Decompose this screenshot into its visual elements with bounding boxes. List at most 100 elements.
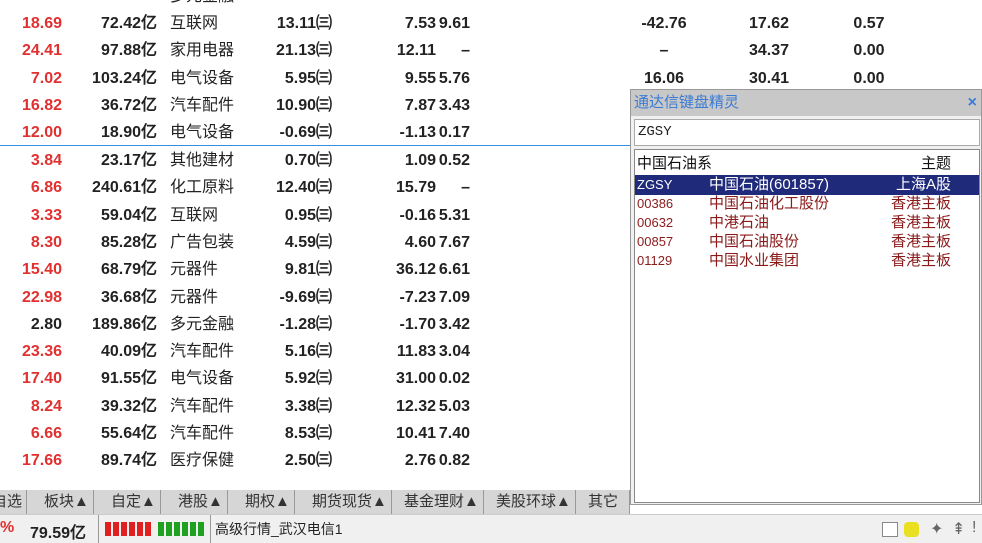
cell-x5: – xyxy=(461,179,470,197)
cell-pe2: 12.32 xyxy=(395,397,436,415)
table-row[interactable]: 18.69 72.42亿 互联网 13.11㈢ 7.53 9.61 xyxy=(0,10,630,37)
tab-3[interactable]: 港股▲ xyxy=(174,490,228,514)
table-row[interactable]: 23.36 40.09亿 汽车配件 5.16㈢ 11.83 3.04 xyxy=(0,338,630,365)
tab-6[interactable]: 基金理财▲ xyxy=(400,490,484,514)
cell-industry: 汽车配件 xyxy=(170,397,235,415)
result-item[interactable]: ZGSY 中国石油(601857) 上海A股 xyxy=(635,175,979,195)
table-row[interactable]: 22.98 36.68亿 元器件 -9.69㈢ -7.23 7.09 xyxy=(0,284,630,311)
cell-price: 8.24 xyxy=(30,397,62,415)
table-row[interactable]: 15.40 68.79亿 元器件 9.81㈢ 36.12 6.61 xyxy=(0,256,630,283)
cell-x5: 5.76 xyxy=(438,69,470,87)
cell-r3: 0.00 xyxy=(853,69,885,87)
cell-industry: 家用电器 xyxy=(170,42,235,60)
satellite-icon[interactable]: ✦ xyxy=(930,519,943,539)
tree-icon[interactable]: ⇞ xyxy=(952,519,965,539)
window-icon[interactable] xyxy=(882,522,898,537)
cell-pe: 0.70㈢ xyxy=(284,152,332,169)
result-name: 中国石油股份 xyxy=(709,233,800,250)
cell-pe2: -0.16 xyxy=(399,206,436,224)
cell-pe2: 7.53 xyxy=(404,15,436,32)
cell-cap: 68.79亿 xyxy=(100,261,157,279)
table-row-right[interactable]: -42.76 17.62 0.57 xyxy=(630,10,982,37)
cell-industry: 广告包装 xyxy=(170,233,235,251)
server-name: 高级行情_武汉电信1 xyxy=(215,521,343,537)
cell-industry: 汽车配件 xyxy=(170,343,235,361)
tab-7[interactable]: 美股环球▲ xyxy=(492,490,576,514)
table-row[interactable]: 8.24 39.32亿 汽车配件 3.38㈢ 12.32 5.03 xyxy=(0,393,630,420)
table-row[interactable]: 3.33 59.04亿 互联网 0.95㈢ -0.16 5.31 xyxy=(0,202,630,229)
cell-price: 18.69 xyxy=(21,15,62,32)
table-row[interactable]: 7.02 103.24亿 电气设备 5.95㈢ 9.55 5.76 xyxy=(0,65,630,92)
status-pct: % xyxy=(0,519,15,536)
cell-pe: 2.50㈢ xyxy=(284,452,332,470)
cell-pe: -9.69㈢ xyxy=(279,288,332,306)
cell-industry: 电气设备 xyxy=(170,124,235,142)
cell-r1: -42.76 xyxy=(641,15,687,32)
cell-cap: 55.64亿 xyxy=(100,425,157,442)
search-input[interactable]: ZGSY xyxy=(634,119,980,146)
tab-5[interactable]: 期货现货▲ xyxy=(308,490,392,514)
table-row[interactable]: 6.86 240.61亿 化工原料 12.40㈢ 15.79 – xyxy=(0,174,630,201)
table-row[interactable]: 6.66 55.64亿 汽车配件 8.53㈢ 10.41 7.40 xyxy=(0,420,630,447)
tab-1[interactable]: 板块▲ xyxy=(40,490,94,514)
cell-industry: 电气设备 xyxy=(170,370,235,388)
cell-pe: 5.92㈢ xyxy=(284,370,332,388)
table-row-right[interactable]: 16.06 30.41 0.00 xyxy=(630,65,982,92)
table-row[interactable]: 3.84 23.17亿 其他建材 0.70㈢ 1.09 0.52 xyxy=(0,147,630,174)
close-icon[interactable]: × xyxy=(968,90,977,116)
tab-2[interactable]: 自定▲ xyxy=(107,490,161,514)
cell-price: 16.82 xyxy=(21,96,62,114)
cell-pe: 12.40㈢ xyxy=(275,179,332,197)
cell-price: 6.86 xyxy=(30,179,62,197)
cell-industry: 元器件 xyxy=(170,288,219,306)
cell-price: 8.30 xyxy=(30,233,62,251)
cell-pe2: -1.70 xyxy=(399,315,436,333)
header-name: 中国石油系 xyxy=(637,155,713,172)
cell-cap: 36.72亿 xyxy=(100,96,157,114)
cell-industry: 元器件 xyxy=(170,261,219,279)
cell-industry: 医疗保健 xyxy=(170,452,235,470)
result-item[interactable]: 00857 中国石油股份 香港主板 xyxy=(635,232,979,252)
table-row[interactable]: 2.80 189.86亿 多元金融 -1.28㈢ -1.70 3.42 xyxy=(0,311,630,338)
table-row[interactable]: 8.30 85.28亿 广告包装 4.59㈢ 4.60 7.67 xyxy=(0,229,630,256)
table-row[interactable]: 17.66 89.74亿 医疗保健 2.50㈢ 2.76 0.82 xyxy=(0,447,630,474)
table-row[interactable]: 12.00 18.90亿 电气设备 -0.69㈢ -1.13 0.17 xyxy=(0,119,630,146)
cell-pe2: 36.12 xyxy=(395,261,436,279)
info-icon[interactable]: ! xyxy=(972,519,976,537)
result-item[interactable]: 00632 中港石油 香港主板 xyxy=(635,213,979,233)
alert-icon[interactable] xyxy=(904,522,919,537)
cell-pe2: 15.79 xyxy=(395,179,436,197)
result-market: 香港主板 xyxy=(890,252,951,269)
result-list[interactable]: 中国石油系 主题 ZGSY 中国石油(601857) 上海A股 00386 中国石油化工股… xyxy=(634,149,980,503)
table-row-right[interactable]: – 34.37 0.00 xyxy=(630,37,982,64)
cell-pe2: 31.00 xyxy=(395,370,436,388)
tab-4[interactable]: 期权▲ xyxy=(241,490,295,514)
table-row[interactable]: 17.40 91.55亿 电气设备 5.92㈢ 31.00 0.02 xyxy=(0,365,630,392)
cell-cap: 72.42亿 xyxy=(100,15,157,32)
tab-0[interactable]: 自选 xyxy=(0,490,28,514)
table-row-partial[interactable]: 多元金融 xyxy=(0,0,630,10)
cell-x5: 5.03 xyxy=(438,397,470,415)
tab-8[interactable]: 其它品种 xyxy=(584,490,630,534)
cell-cap: 103.24亿 xyxy=(92,69,157,87)
result-item[interactable]: 00386 中国石油化工股份 香港主板 xyxy=(635,194,979,214)
result-market: 香港主板 xyxy=(890,195,951,212)
cell-r3: 0.00 xyxy=(853,42,885,60)
status-bar: % 79.59亿 高级行情_武汉电信1 ✦ ⇞ ! xyxy=(0,514,982,543)
table-row[interactable]: 16.82 36.72亿 汽车配件 10.90㈢ 7.87 3.43 xyxy=(0,92,630,119)
cell-r1: 16.06 xyxy=(643,69,685,87)
cell-pe2: 1.09 xyxy=(404,152,436,169)
cell-cap: 240.61亿 xyxy=(92,179,157,197)
table-row[interactable]: 24.41 97.88亿 家用电器 21.13㈢ 12.11 – xyxy=(0,37,630,64)
keyboard-wizard-popup[interactable]: 通达信键盘精灵 × ZGSY 中国石油系 主题 ZGSY 中国石油(601857) 上海… xyxy=(630,89,982,505)
cell-pe2: 10.41 xyxy=(395,425,436,442)
result-code: ZGSY xyxy=(637,177,673,192)
popup-title-bar[interactable]: 通达信键盘精灵 × xyxy=(631,90,981,116)
result-code: 00632 xyxy=(637,215,674,230)
cell-x5: – xyxy=(461,42,470,60)
result-item[interactable]: 01129 中国水业集团 香港主板 xyxy=(635,251,979,271)
cell-pe: 5.95㈢ xyxy=(284,69,332,87)
cell-r2: 30.41 xyxy=(748,69,790,87)
cell-x5: 0.02 xyxy=(438,370,470,388)
cell-pe: 0.95㈢ xyxy=(284,206,332,224)
